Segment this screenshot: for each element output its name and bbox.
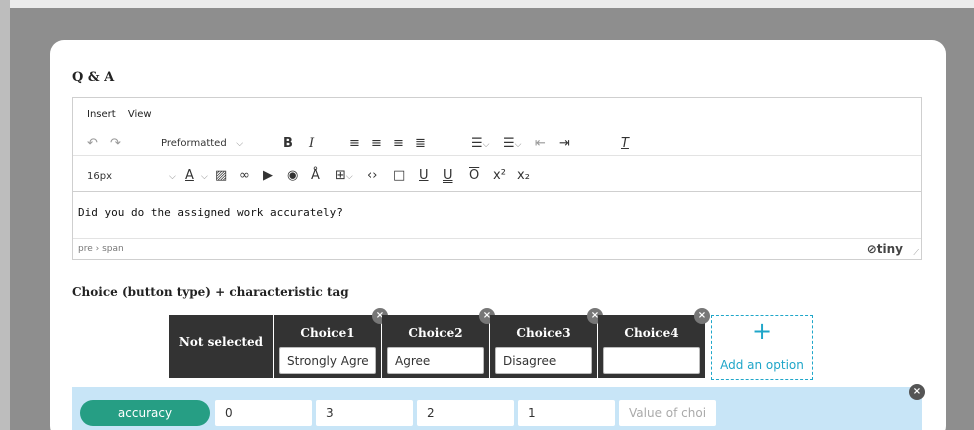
plus-icon: +: [751, 317, 773, 345]
menu-view[interactable]: View: [128, 109, 152, 120]
code-icon[interactable]: ‹›: [367, 168, 377, 184]
media-icon[interactable]: ▶: [263, 168, 273, 184]
double-underline-icon[interactable]: U: [443, 168, 453, 184]
toolbar-row-1: ↶ ↷ Preformatted ⌵ B I ≡ ≡ ≡ ≣ ☰⌵ ☰⌵ ⇤ ⇥…: [73, 132, 921, 156]
choice-value-input[interactable]: [603, 347, 700, 374]
outdent-icon[interactable]: ⇤: [535, 136, 546, 152]
tag-value-input[interactable]: [316, 400, 413, 426]
undo-icon[interactable]: ↶: [87, 136, 98, 152]
tag-row: accuracy: [72, 387, 922, 430]
redo-icon[interactable]: ↷: [110, 136, 121, 152]
table-icon[interactable]: ⊞⌵: [335, 168, 353, 185]
choice-button-1[interactable]: Choice1: [274, 315, 381, 378]
box-icon[interactable]: □: [393, 168, 405, 184]
tag-value-input[interactable]: [417, 400, 514, 426]
resize-handle-icon[interactable]: ⟋: [913, 248, 919, 258]
add-option-label: Add an option: [720, 358, 804, 372]
clear-format-icon[interactable]: T: [621, 136, 629, 152]
choice-button-2[interactable]: Choice2: [382, 315, 489, 378]
rich-text-editor: Insert View ↶ ↷ Preformatted ⌵ B I ≡ ≡ ≡…: [72, 97, 922, 260]
choice-label: Choice1: [300, 326, 355, 340]
choice-section-title: Choice (button type) + characteristic ta…: [72, 285, 349, 299]
tag-value-input[interactable]: [215, 400, 312, 426]
indent-icon[interactable]: ⇥: [559, 136, 570, 152]
editor-content[interactable]: Did you do the assigned work accurately?: [78, 206, 343, 219]
preview-icon[interactable]: ◉: [287, 168, 298, 184]
choice-button-3[interactable]: Choice3: [490, 315, 597, 378]
add-option-button[interactable]: + Add an option: [711, 315, 813, 380]
block-format-label: Preformatted: [161, 138, 227, 149]
element-path[interactable]: pre › span: [78, 244, 124, 254]
align-right-icon[interactable]: ≡: [393, 136, 404, 152]
superscript-icon[interactable]: x²: [493, 168, 506, 184]
bold-icon[interactable]: B: [283, 136, 293, 152]
tag-value-input[interactable]: [518, 400, 615, 426]
tag-value-input[interactable]: [619, 400, 716, 426]
align-center-icon[interactable]: ≡: [371, 136, 382, 152]
editor-menubar: Insert View: [87, 109, 161, 120]
choice-button-4[interactable]: Choice4: [598, 315, 705, 378]
underline-icon[interactable]: U: [419, 168, 429, 184]
not-selected-button[interactable]: Not selected: [169, 315, 273, 378]
italic-icon[interactable]: I: [309, 136, 314, 152]
font-size-label: 16px: [87, 171, 112, 182]
choice-value-input[interactable]: [495, 347, 592, 374]
spellcheck-icon[interactable]: Å: [311, 168, 320, 184]
not-selected-label: Not selected: [178, 335, 264, 349]
overline-icon[interactable]: O: [469, 168, 479, 184]
choice-value-input[interactable]: [387, 347, 484, 374]
link-icon[interactable]: ∞: [239, 168, 250, 184]
left-strip: [0, 0, 10, 430]
align-justify-icon[interactable]: ≣: [415, 136, 426, 152]
font-size-select[interactable]: 16px: [87, 169, 112, 185]
bullet-list-icon[interactable]: ☰⌵: [471, 136, 489, 153]
choice-label: Choice2: [408, 326, 463, 340]
tiny-logo[interactable]: ⊘tiny: [867, 242, 903, 256]
menu-insert[interactable]: Insert: [87, 109, 116, 120]
choice-label: Choice4: [624, 326, 679, 340]
toolbar-row-2: 16px ⌵ A ⌵ ▨ ∞ ▶ ◉ Å ⊞⌵ ‹› □ U U O x² x₂: [73, 162, 921, 192]
choice-label: Choice3: [516, 326, 571, 340]
chevron-down-icon[interactable]: ⌵: [169, 172, 176, 182]
top-strip: [0, 0, 974, 8]
remove-tag-row-icon[interactable]: ×: [909, 384, 925, 400]
editor-statusbar: pre › span ⊘tiny ⟋: [73, 238, 921, 260]
text-color-icon[interactable]: A: [185, 168, 194, 184]
remove-choice-icon[interactable]: ×: [694, 308, 710, 324]
question-card: Q & A Insert View ↶ ↷ Preformatted ⌵ B I…: [50, 40, 946, 430]
chevron-down-icon[interactable]: ⌵: [201, 172, 208, 182]
numbered-list-icon[interactable]: ☰⌵: [503, 136, 521, 153]
chevron-down-icon: ⌵: [236, 139, 244, 149]
subscript-icon[interactable]: x₂: [517, 168, 530, 184]
block-format-select[interactable]: Preformatted ⌵: [161, 136, 243, 152]
tag-pill[interactable]: accuracy: [80, 400, 210, 426]
choice-value-input[interactable]: [279, 347, 376, 374]
image-icon[interactable]: ▨: [215, 168, 227, 184]
align-left-icon[interactable]: ≡: [349, 136, 360, 152]
section-title: Q & A: [72, 70, 115, 85]
